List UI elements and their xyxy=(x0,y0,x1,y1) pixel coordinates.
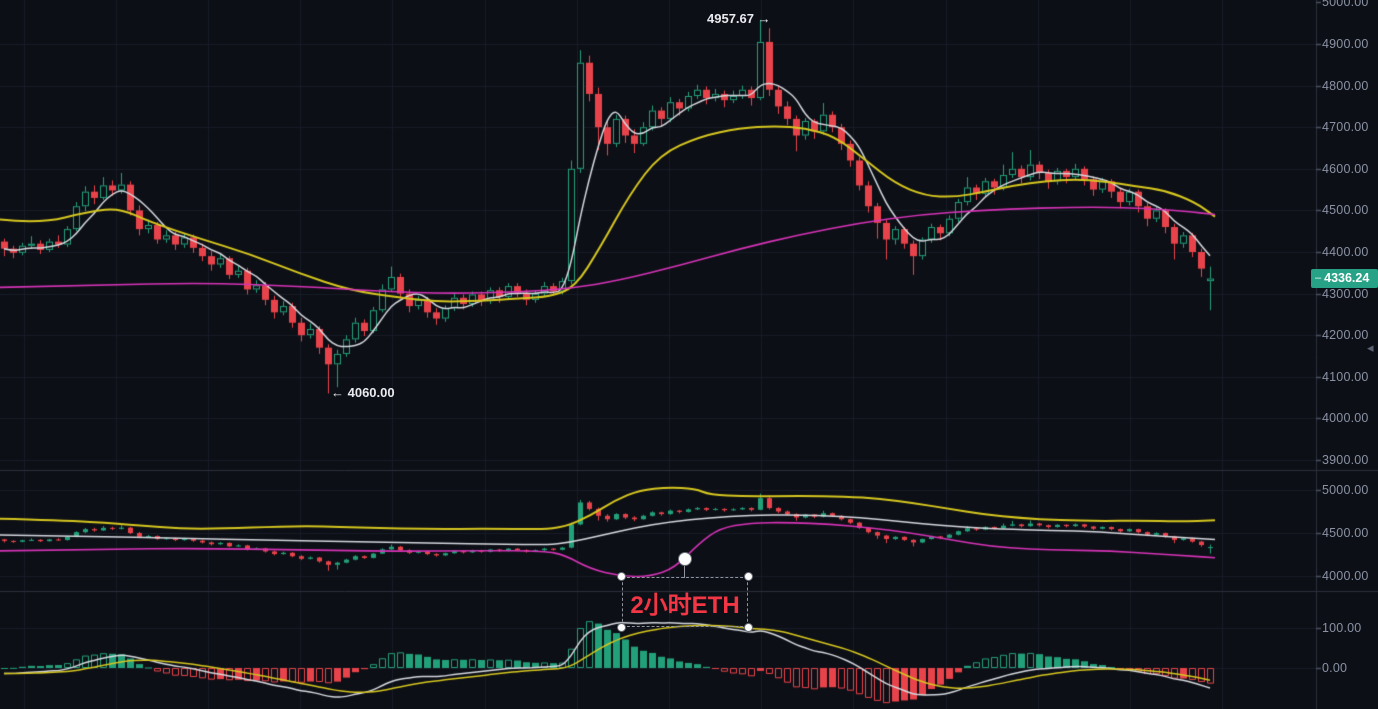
low-price-annotation: ← 4060.00 xyxy=(331,385,395,400)
axis-label: 4000.00 xyxy=(1322,410,1376,426)
axis-collapse-arrow-icon[interactable]: ◂ xyxy=(1367,340,1374,356)
axis-label: 4700.00 xyxy=(1322,119,1376,135)
axis-label: 4600.00 xyxy=(1322,161,1376,177)
current-price-badge: – 4336.24 xyxy=(1311,269,1378,288)
axis-label: 4800.00 xyxy=(1322,78,1376,94)
rotation-stem xyxy=(684,565,685,578)
axis-label: 4100.00 xyxy=(1322,369,1376,385)
axis-label: 0.00 xyxy=(1322,660,1376,676)
axis-label: 4300.00 xyxy=(1322,286,1376,302)
axis-label: 5000.00 xyxy=(1322,0,1376,10)
axis-label: 4400.00 xyxy=(1322,244,1376,260)
axis-label: 4900.00 xyxy=(1322,36,1376,52)
price-tick-dash: – xyxy=(1311,269,1324,288)
rotation-handle-icon[interactable] xyxy=(678,552,692,566)
axis-label: 4500.00 xyxy=(1322,202,1376,218)
text-annotation-box[interactable]: 2小时ETH xyxy=(622,577,748,627)
axis-label: 100.00 xyxy=(1322,620,1376,636)
axis-label: 4500.00 xyxy=(1322,525,1376,541)
high-price-annotation: 4957.67 → xyxy=(707,11,771,26)
axis-label: 5000.00 xyxy=(1322,482,1376,498)
axis-label: 4000.00 xyxy=(1322,568,1376,584)
current-price-value: 4336.24 xyxy=(1324,269,1369,288)
axis-label: 3900.00 xyxy=(1322,452,1376,468)
text-annotation-label[interactable]: 2小时ETH xyxy=(623,578,747,626)
trading-chart-app: 5000.00 4900.00 4800.00 4700.00 4600.00 4500.… xyxy=(0,0,1378,709)
